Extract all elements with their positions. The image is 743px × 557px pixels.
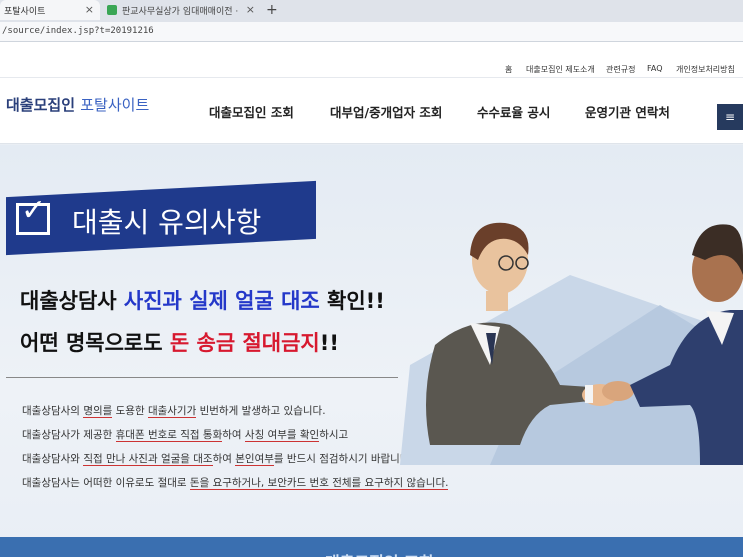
notice-emphasis: 직접 만나 사진과 얼굴을 대조 [83,453,213,466]
notice-emphasis: 휴대폰 번호로 직접 통화 [115,429,223,442]
warning-line-2: 어떤 명목으로도 돈 송금 절대금지!! [20,327,339,357]
bottom-section-heading: 대출모집인 조회 [325,549,434,557]
notice-text: 를 반드시 점검하시기 바랍니다. [273,453,413,465]
notice-line-1: 대출상담사의 명의를 도용한 대출사기가 빈번하게 발생하고 있습니다. [22,403,326,418]
warning-line-2-pre: 어떤 명목으로도 [20,331,170,355]
nav-operator-contact[interactable]: 운영기관 연락처 [585,102,670,121]
nav-lender-broker-search[interactable]: 대부업/중개업자 조회 [330,102,442,121]
address-bar[interactable]: /source/index.jsp?t=20191216 [0,22,743,42]
util-link-faq[interactable]: FAQ [647,64,663,73]
notice-line-2: 대출상담사가 제공한 휴대폰 번호로 직접 통화하여 사칭 여부를 확인하시고 [22,427,348,442]
notice-emphasis: 본인여부 [235,453,274,466]
warning-line-1-pre: 대출상담사 [20,289,124,313]
notice-text: 대출상담사와 [22,453,84,465]
logo-sub-text: 포탈사이트 [80,96,150,114]
utility-bar: 홈 대출모집인 제도소개 관련규정 FAQ 개인정보처리방침 [0,42,743,78]
warning-line-1-post: 확인!! [319,289,385,313]
notice-text: 빈번하게 발생하고 있습니다. [196,405,326,417]
browser-tab-bar: 포탈사이트 × 판교사무실상가 임대매매이전 · × + [0,0,743,22]
handshake-illustration [400,222,743,465]
logo-main-text: 대출모집인 [6,96,76,114]
site-favicon-icon [107,5,117,15]
warning-line-1: 대출상담사 사진과 실제 얼굴 대조 확인!! [20,285,385,315]
notice-text: 하여 [212,453,236,465]
browser-tab-active[interactable]: 포탈사이트 × [0,0,100,20]
warning-line-2-highlight: 돈 송금 절대금지 [169,331,320,355]
util-link-system-intro[interactable]: 대출모집인 제도소개 [526,64,595,75]
hero-section: ✓ 대출시 유의사항 대출상담사 사진과 실제 얼굴 대조 확인!! 어떤 명목… [0,145,743,557]
notice-line-3: 대출상담사와 직접 만나 사진과 얼굴을 대조하여 본인여부를 반드시 점검하시… [22,451,413,466]
checkmark-icon: ✓ [21,193,47,228]
warning-line-1-highlight: 사진과 실제 얼굴 대조 [123,289,320,313]
menu-icon[interactable]: ≡ [717,104,743,130]
notice-line-4: 대출상담사는 어떠한 이유로도 절대로 돈을 요구하거나, 보안카드 번호 전체… [22,475,449,490]
hamburger-glyph: ≡ [724,110,736,124]
url-text: /source/index.jsp?t=20191216 [2,26,154,36]
divider [6,377,398,378]
util-link-privacy[interactable]: 개인정보처리방침 [676,64,735,75]
notice-text: 도용한 [112,405,148,417]
site-logo[interactable]: 대출모집인 포탈사이트 [6,94,149,115]
notice-emphasis: 명의를 [83,405,113,418]
warning-line-2-post: !! [319,331,339,355]
close-tab-icon[interactable]: × [85,3,94,16]
notice-text: 대출상담사는 어떠한 이유로도 절대로 [22,477,190,489]
close-tab-icon[interactable]: × [246,3,255,16]
notice-emphasis: 돈을 요구하거나, 보안카드 번호 전체를 요구하지 않습니다. [189,477,449,490]
util-link-regulations[interactable]: 관련규정 [606,64,635,75]
notice-emphasis: 사칭 여부를 확인 [244,429,320,442]
hero-title: 대출시 유의사항 [72,206,262,239]
nav-loan-recruiter-search[interactable]: 대출모집인 조회 [209,102,294,121]
notice-text: 대출상담사의 [22,405,84,417]
notice-text: 하여 [222,429,245,441]
util-link-home[interactable]: 홈 [505,64,512,75]
nav-fee-rate-disclosure[interactable]: 수수료율 공시 [477,102,550,121]
notice-text: 대출상담사가 제공한 [22,429,116,441]
browser-tab-inactive[interactable]: 판교사무실상가 임대매매이전 · × [101,0,261,20]
tab-label: 판교사무실상가 임대매매이전 · [122,6,239,17]
notice-text: 하시고 [319,429,349,441]
site-header: 대출모집인 포탈사이트 대출모집인 조회 대부업/중개업자 조회 수수료율 공시… [0,78,743,144]
new-tab-button[interactable]: + [266,2,278,18]
notice-emphasis: 대출사기가 [147,405,197,418]
